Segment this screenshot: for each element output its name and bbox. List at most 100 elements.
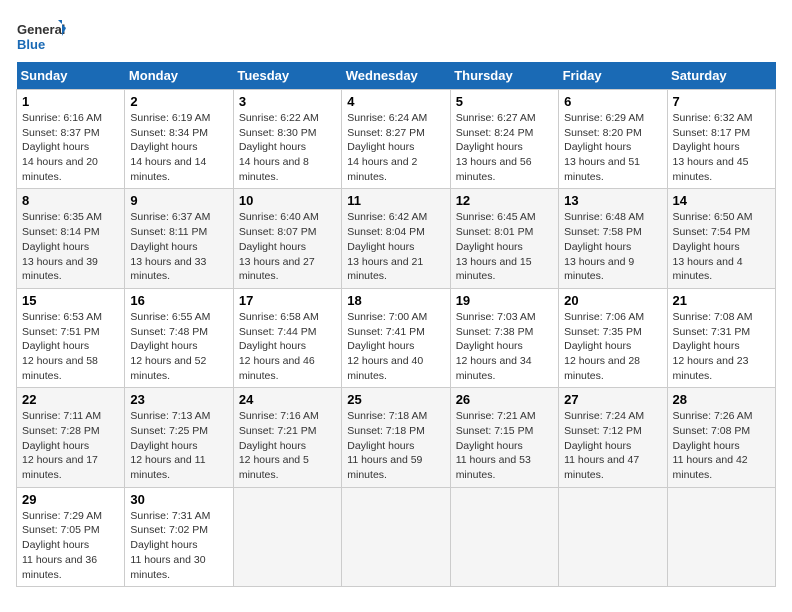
day-info: Sunrise: 6:42 AM Sunset: 8:04 PM Dayligh… [347, 210, 444, 283]
day-info: Sunrise: 7:26 AM Sunset: 7:08 PM Dayligh… [673, 409, 770, 482]
day-number: 11 [347, 193, 444, 208]
day-number: 28 [673, 392, 770, 407]
weekday-header-friday: Friday [559, 62, 667, 90]
weekday-header-monday: Monday [125, 62, 233, 90]
day-info: Sunrise: 7:00 AM Sunset: 7:41 PM Dayligh… [347, 310, 444, 383]
day-info: Sunrise: 6:35 AM Sunset: 8:14 PM Dayligh… [22, 210, 119, 283]
calendar-cell: 7 Sunrise: 6:32 AM Sunset: 8:17 PM Dayli… [667, 90, 775, 189]
calendar-cell: 21 Sunrise: 7:08 AM Sunset: 7:31 PM Dayl… [667, 288, 775, 387]
calendar-cell: 11 Sunrise: 6:42 AM Sunset: 8:04 PM Dayl… [342, 189, 450, 288]
day-info: Sunrise: 7:31 AM Sunset: 7:02 PM Dayligh… [130, 509, 227, 582]
day-number: 18 [347, 293, 444, 308]
day-number: 14 [673, 193, 770, 208]
day-number: 29 [22, 492, 119, 507]
page-header: General Blue [16, 16, 776, 58]
day-number: 2 [130, 94, 227, 109]
day-number: 23 [130, 392, 227, 407]
day-number: 8 [22, 193, 119, 208]
day-number: 12 [456, 193, 553, 208]
calendar-cell: 26 Sunrise: 7:21 AM Sunset: 7:15 PM Dayl… [450, 388, 558, 487]
calendar-cell: 1 Sunrise: 6:16 AM Sunset: 8:37 PM Dayli… [17, 90, 125, 189]
day-info: Sunrise: 6:45 AM Sunset: 8:01 PM Dayligh… [456, 210, 553, 283]
calendar-cell: 17 Sunrise: 6:58 AM Sunset: 7:44 PM Dayl… [233, 288, 341, 387]
calendar-cell: 13 Sunrise: 6:48 AM Sunset: 7:58 PM Dayl… [559, 189, 667, 288]
day-number: 17 [239, 293, 336, 308]
day-number: 9 [130, 193, 227, 208]
calendar-cell: 18 Sunrise: 7:00 AM Sunset: 7:41 PM Dayl… [342, 288, 450, 387]
calendar-cell: 24 Sunrise: 7:16 AM Sunset: 7:21 PM Dayl… [233, 388, 341, 487]
day-info: Sunrise: 6:50 AM Sunset: 7:54 PM Dayligh… [673, 210, 770, 283]
day-number: 24 [239, 392, 336, 407]
day-info: Sunrise: 6:55 AM Sunset: 7:48 PM Dayligh… [130, 310, 227, 383]
calendar-cell: 27 Sunrise: 7:24 AM Sunset: 7:12 PM Dayl… [559, 388, 667, 487]
day-number: 30 [130, 492, 227, 507]
calendar-cell: 22 Sunrise: 7:11 AM Sunset: 7:28 PM Dayl… [17, 388, 125, 487]
svg-text:Blue: Blue [17, 37, 45, 52]
calendar-cell: 15 Sunrise: 6:53 AM Sunset: 7:51 PM Dayl… [17, 288, 125, 387]
calendar-cell: 20 Sunrise: 7:06 AM Sunset: 7:35 PM Dayl… [559, 288, 667, 387]
calendar-week-3: 15 Sunrise: 6:53 AM Sunset: 7:51 PM Dayl… [17, 288, 776, 387]
weekday-header-saturday: Saturday [667, 62, 775, 90]
day-info: Sunrise: 7:21 AM Sunset: 7:15 PM Dayligh… [456, 409, 553, 482]
day-number: 19 [456, 293, 553, 308]
calendar-cell: 8 Sunrise: 6:35 AM Sunset: 8:14 PM Dayli… [17, 189, 125, 288]
day-number: 15 [22, 293, 119, 308]
day-info: Sunrise: 6:32 AM Sunset: 8:17 PM Dayligh… [673, 111, 770, 184]
day-info: Sunrise: 6:48 AM Sunset: 7:58 PM Dayligh… [564, 210, 661, 283]
calendar-cell: 28 Sunrise: 7:26 AM Sunset: 7:08 PM Dayl… [667, 388, 775, 487]
day-number: 4 [347, 94, 444, 109]
calendar-cell: 25 Sunrise: 7:18 AM Sunset: 7:18 PM Dayl… [342, 388, 450, 487]
day-info: Sunrise: 6:37 AM Sunset: 8:11 PM Dayligh… [130, 210, 227, 283]
day-info: Sunrise: 6:19 AM Sunset: 8:34 PM Dayligh… [130, 111, 227, 184]
day-info: Sunrise: 6:24 AM Sunset: 8:27 PM Dayligh… [347, 111, 444, 184]
day-info: Sunrise: 6:53 AM Sunset: 7:51 PM Dayligh… [22, 310, 119, 383]
calendar-cell [667, 487, 775, 586]
day-number: 13 [564, 193, 661, 208]
calendar-cell: 10 Sunrise: 6:40 AM Sunset: 8:07 PM Dayl… [233, 189, 341, 288]
calendar-cell: 4 Sunrise: 6:24 AM Sunset: 8:27 PM Dayli… [342, 90, 450, 189]
calendar-cell: 23 Sunrise: 7:13 AM Sunset: 7:25 PM Dayl… [125, 388, 233, 487]
day-info: Sunrise: 7:08 AM Sunset: 7:31 PM Dayligh… [673, 310, 770, 383]
calendar-week-5: 29 Sunrise: 7:29 AM Sunset: 7:05 PM Dayl… [17, 487, 776, 586]
calendar-cell: 3 Sunrise: 6:22 AM Sunset: 8:30 PM Dayli… [233, 90, 341, 189]
calendar-week-4: 22 Sunrise: 7:11 AM Sunset: 7:28 PM Dayl… [17, 388, 776, 487]
day-info: Sunrise: 6:27 AM Sunset: 8:24 PM Dayligh… [456, 111, 553, 184]
day-info: Sunrise: 6:40 AM Sunset: 8:07 PM Dayligh… [239, 210, 336, 283]
calendar-week-2: 8 Sunrise: 6:35 AM Sunset: 8:14 PM Dayli… [17, 189, 776, 288]
day-number: 21 [673, 293, 770, 308]
calendar-table: SundayMondayTuesdayWednesdayThursdayFrid… [16, 62, 776, 587]
day-info: Sunrise: 6:58 AM Sunset: 7:44 PM Dayligh… [239, 310, 336, 383]
day-number: 25 [347, 392, 444, 407]
day-info: Sunrise: 7:24 AM Sunset: 7:12 PM Dayligh… [564, 409, 661, 482]
day-info: Sunrise: 7:13 AM Sunset: 7:25 PM Dayligh… [130, 409, 227, 482]
calendar-week-1: 1 Sunrise: 6:16 AM Sunset: 8:37 PM Dayli… [17, 90, 776, 189]
weekday-header-thursday: Thursday [450, 62, 558, 90]
calendar-cell: 16 Sunrise: 6:55 AM Sunset: 7:48 PM Dayl… [125, 288, 233, 387]
day-number: 27 [564, 392, 661, 407]
weekday-header-wednesday: Wednesday [342, 62, 450, 90]
calendar-cell: 19 Sunrise: 7:03 AM Sunset: 7:38 PM Dayl… [450, 288, 558, 387]
weekday-header-tuesday: Tuesday [233, 62, 341, 90]
day-number: 5 [456, 94, 553, 109]
calendar-cell: 9 Sunrise: 6:37 AM Sunset: 8:11 PM Dayli… [125, 189, 233, 288]
calendar-cell: 2 Sunrise: 6:19 AM Sunset: 8:34 PM Dayli… [125, 90, 233, 189]
day-number: 26 [456, 392, 553, 407]
day-info: Sunrise: 7:11 AM Sunset: 7:28 PM Dayligh… [22, 409, 119, 482]
day-info: Sunrise: 7:29 AM Sunset: 7:05 PM Dayligh… [22, 509, 119, 582]
svg-text:General: General [17, 22, 65, 37]
day-number: 7 [673, 94, 770, 109]
day-number: 1 [22, 94, 119, 109]
day-info: Sunrise: 7:16 AM Sunset: 7:21 PM Dayligh… [239, 409, 336, 482]
weekday-header-sunday: Sunday [17, 62, 125, 90]
calendar-cell: 14 Sunrise: 6:50 AM Sunset: 7:54 PM Dayl… [667, 189, 775, 288]
day-number: 16 [130, 293, 227, 308]
day-number: 20 [564, 293, 661, 308]
calendar-cell [342, 487, 450, 586]
calendar-cell [233, 487, 341, 586]
day-info: Sunrise: 7:06 AM Sunset: 7:35 PM Dayligh… [564, 310, 661, 383]
calendar-cell [450, 487, 558, 586]
logo-svg: General Blue [16, 16, 66, 58]
day-number: 6 [564, 94, 661, 109]
calendar-cell: 12 Sunrise: 6:45 AM Sunset: 8:01 PM Dayl… [450, 189, 558, 288]
day-info: Sunrise: 6:29 AM Sunset: 8:20 PM Dayligh… [564, 111, 661, 184]
